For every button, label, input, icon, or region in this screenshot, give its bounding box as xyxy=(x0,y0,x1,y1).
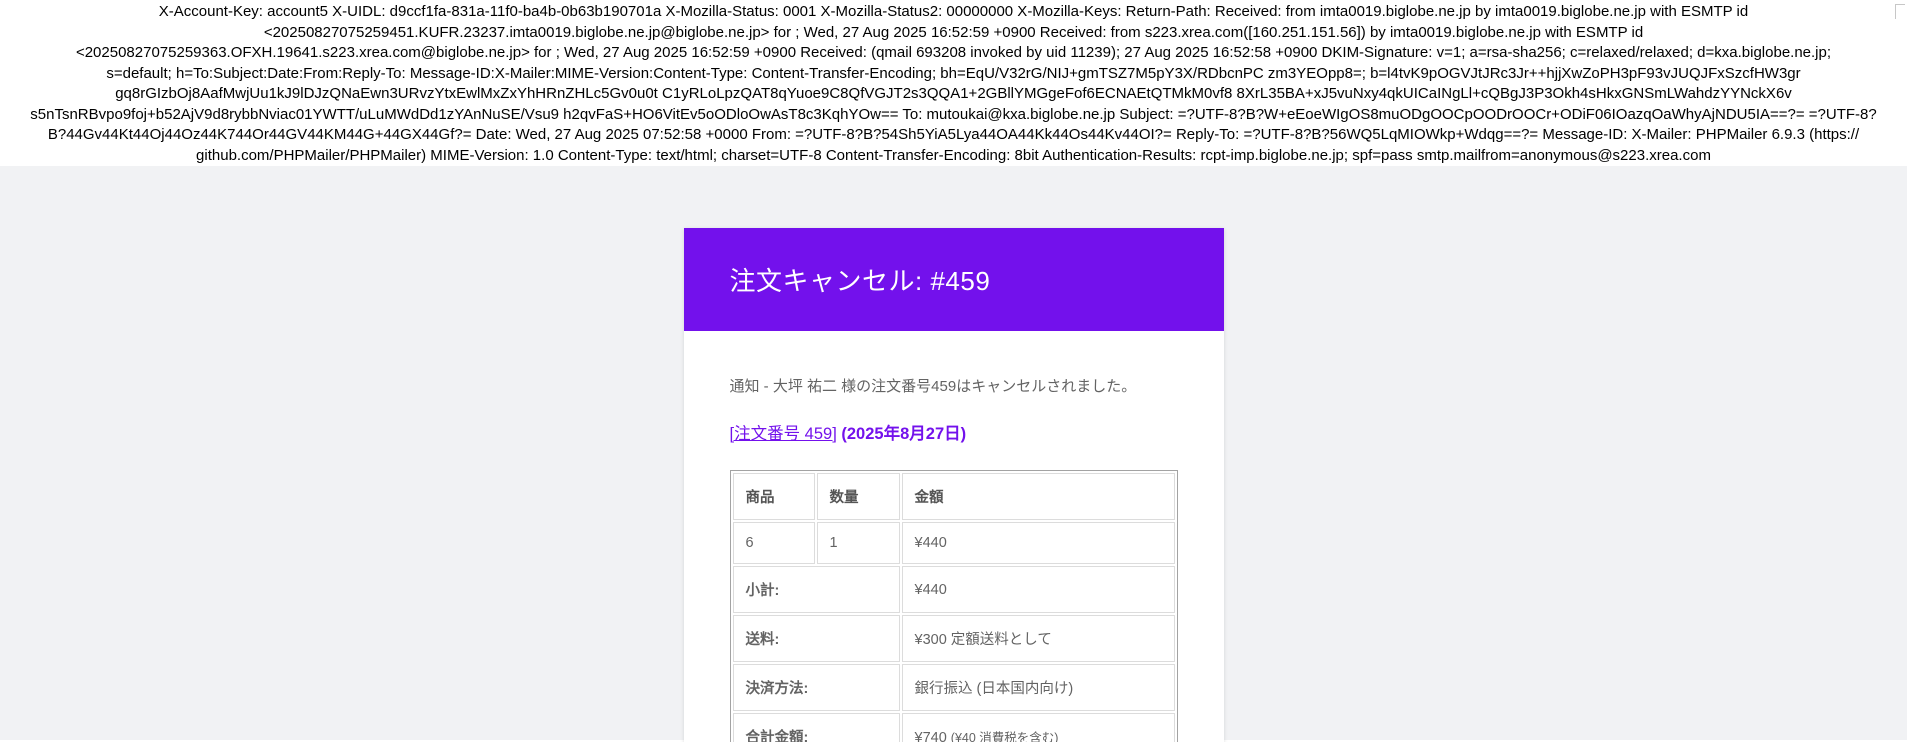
subtotal-row: 小計: ¥440 xyxy=(732,566,1175,613)
order-reference-line: [注文番号 459] (2025年8月27日) xyxy=(730,420,1178,444)
total-value-cell: ¥740 (¥40 消費税を含む) xyxy=(901,713,1175,742)
raw-header-line: gq8rGIzbOj8AafMwjUu1kJ9lDJzQNaEwn3URvzYt… xyxy=(115,85,1792,102)
raw-header-line: s5nTsnRBvpo9foj+b52AjV9d8rybbNviac01YWTT… xyxy=(30,105,1877,123)
total-row: 合計金額: ¥740 (¥40 消費税を含む) xyxy=(732,713,1175,742)
total-label: 合計金額: xyxy=(732,713,900,742)
raw-header-line: github.com/PHPMailer/PHPMailer) MIME-Ver… xyxy=(196,146,1711,164)
column-header-product: 商品 xyxy=(732,473,815,520)
shipping-value: ¥300 定額送料として xyxy=(901,615,1175,662)
raw-header-line: X-Account-Key: account5 X-UIDL: d9ccf1fa… xyxy=(158,3,1749,20)
raw-header-line: B?44Gv44Kt44Oj44Oz44K744Or44GV44KM44G+44… xyxy=(47,126,1860,143)
item-product-cell: 6 xyxy=(732,522,815,564)
order-item-row: 6 1 ¥440 xyxy=(732,522,1175,564)
column-header-amount: 金額 xyxy=(901,473,1175,520)
email-body-background: 注文キャンセル: #459 通知 - 大坪 祐二 様の注文番号459はキャンセル… xyxy=(0,166,1907,742)
tax-note: (¥40 消費税を含む) xyxy=(950,731,1059,742)
email-card: 注文キャンセル: #459 通知 - 大坪 祐二 様の注文番号459はキャンセル… xyxy=(683,228,1224,742)
subtotal-value: ¥440 xyxy=(901,566,1175,613)
email-title: 注文キャンセル: #459 xyxy=(729,266,991,296)
raw-header-line: <20250827075259451.KUFR.23237.imta0019.b… xyxy=(263,23,1644,41)
payment-method-label: 決済方法: xyxy=(732,664,900,711)
payment-method-value: 銀行振込 (日本国内向け) xyxy=(901,664,1175,711)
shipping-label: 送料: xyxy=(732,615,900,662)
item-amount-cell: ¥440 xyxy=(901,522,1175,564)
order-items-table: 商品 数量 金額 6 1 ¥440 小計: ¥440 送料: ¥300 定額送料… xyxy=(729,470,1178,742)
table-header-row: 商品 数量 金額 xyxy=(732,473,1175,520)
order-date: (2025年8月27日) xyxy=(841,425,967,443)
raw-email-headers: X-Account-Key: account5 X-UIDL: d9ccf1fa… xyxy=(0,0,1907,166)
email-header-banner: 注文キャンセル: #459 xyxy=(683,228,1224,331)
cancel-notice-text: 通知 - 大坪 祐二 様の注文番号459はキャンセルされました。 xyxy=(729,378,1137,395)
raw-header-line: s=default; h=To:Subject:Date:From:Reply-… xyxy=(106,64,1801,82)
scrollbar-top-edge[interactable] xyxy=(1895,4,1905,19)
total-value: ¥740 xyxy=(914,730,947,742)
column-header-quantity: 数量 xyxy=(816,473,900,520)
item-quantity-cell: 1 xyxy=(816,522,900,564)
subtotal-label: 小計: xyxy=(732,566,900,613)
email-content: 通知 - 大坪 祐二 様の注文番号459はキャンセルされました。 [注文番号 4… xyxy=(684,331,1224,742)
payment-method-row: 決済方法: 銀行振込 (日本国内向け) xyxy=(732,664,1175,711)
order-number-link[interactable]: [注文番号 459] xyxy=(730,425,837,443)
shipping-row: 送料: ¥300 定額送料として xyxy=(732,615,1175,662)
raw-header-line: <20250827075259363.OFXH.19641.s223.xrea.… xyxy=(75,44,1832,61)
